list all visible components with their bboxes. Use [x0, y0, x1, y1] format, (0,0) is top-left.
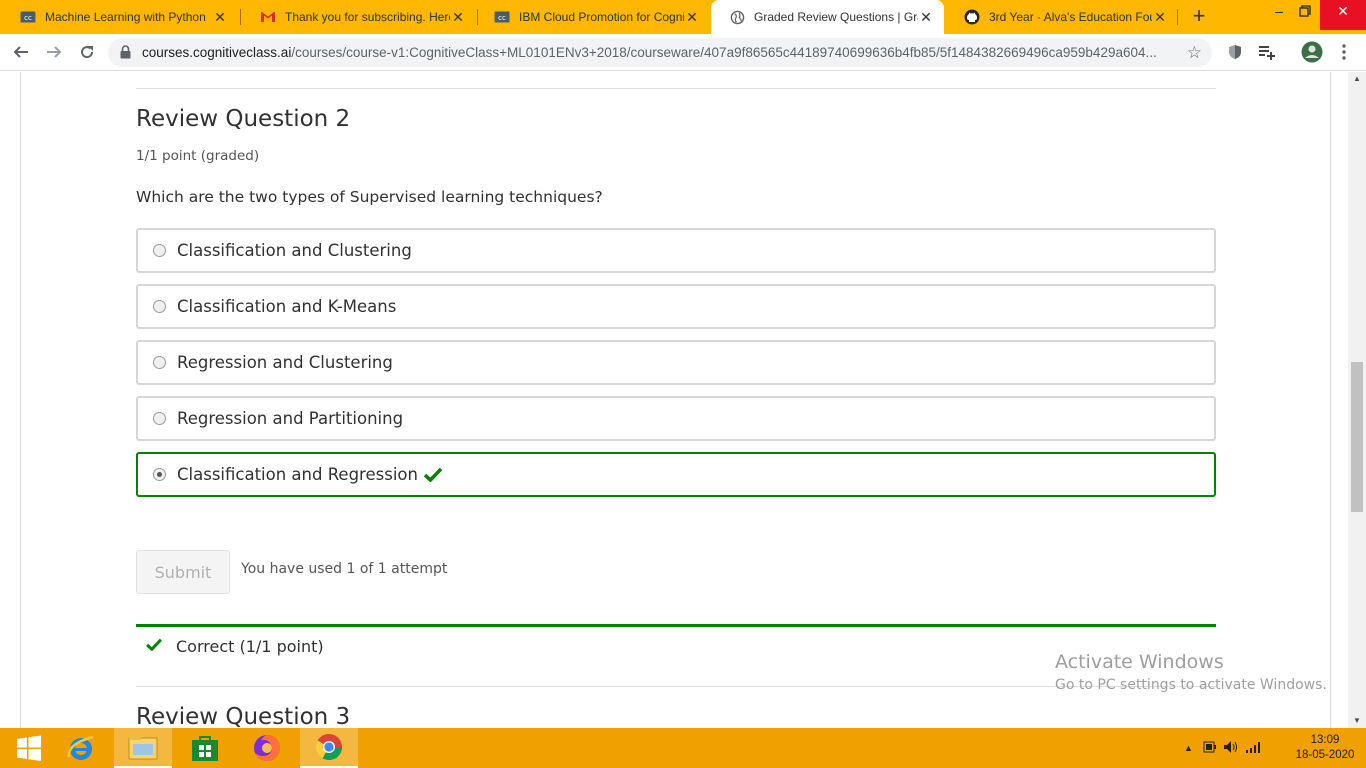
- radio-button[interactable]: [153, 300, 166, 313]
- bookmark-star-icon[interactable]: ☆: [1187, 43, 1202, 63]
- choice-label: Classification and Clustering: [177, 241, 412, 260]
- url-path: /courses/course-v1:CognitiveClass+ML0101…: [291, 45, 1157, 60]
- tab-close-icon[interactable]: ✕: [450, 9, 466, 26]
- window-close-icon[interactable]: ✕: [1320, 0, 1366, 30]
- feedback-message: Correct (1/1 point): [146, 637, 324, 656]
- radio-button[interactable]: [153, 356, 166, 369]
- content-border-right: [1330, 72, 1331, 728]
- page-content: Review Question 2 1/1 point (graded) Whi…: [0, 72, 1348, 728]
- activation-watermark-title: Activate Windows: [1055, 651, 1224, 673]
- store-icon[interactable]: [176, 728, 234, 768]
- menu-kebab-icon[interactable]: [1332, 40, 1356, 64]
- content-border-left: [20, 72, 21, 728]
- cognitive-class-icon: cc: [20, 9, 36, 25]
- clock-date: 18-05-2020: [1295, 749, 1355, 761]
- question-prompt: Which are the two types of Supervised le…: [136, 188, 603, 206]
- checkmark-icon: [146, 638, 163, 656]
- vertical-scrollbar[interactable]: ▲ ▼: [1348, 72, 1366, 728]
- show-hidden-icons-icon[interactable]: ▲: [1184, 743, 1193, 753]
- feedback-text: Correct (1/1 point): [176, 637, 324, 656]
- chrome-icon[interactable]: [300, 728, 358, 768]
- submit-button[interactable]: Submit: [136, 550, 230, 594]
- attempts-text: You have used 1 of 1 attempt: [241, 561, 448, 577]
- activation-watermark-text: Go to PC settings to activate Windows.: [1055, 677, 1327, 693]
- playlist-add-icon[interactable]: [1255, 40, 1279, 64]
- svg-text:cc: cc: [498, 14, 506, 22]
- tab-title: Graded Review Questions | Grac: [754, 10, 918, 24]
- tab-title: Thank you for subscribing. Here: [285, 10, 450, 24]
- new-tab-plus-icon[interactable]: +: [1186, 5, 1212, 29]
- tab-title: 3rd Year · Alva's Education Foun: [989, 10, 1152, 24]
- volume-icon[interactable]: [1223, 740, 1239, 757]
- start-windows-icon[interactable]: [0, 728, 58, 768]
- profile-avatar-icon[interactable]: [1300, 40, 1324, 64]
- tab-gmail[interactable]: Thank you for subscribing. Here ✕: [242, 0, 476, 34]
- choice-option-correct[interactable]: Classification and Regression: [136, 452, 1216, 497]
- tab-close-icon[interactable]: ✕: [918, 9, 934, 26]
- tab-close-icon[interactable]: ✕: [684, 9, 700, 26]
- reload-icon[interactable]: [75, 40, 99, 64]
- choice-label: Classification and Regression: [177, 465, 418, 484]
- url-host: courses.cognitiveclass.ai: [142, 45, 292, 60]
- divider: [136, 88, 1216, 89]
- globe-icon: [729, 9, 745, 25]
- shield-extension-icon[interactable]: [1223, 40, 1247, 64]
- url-text: courses.cognitiveclass.ai/courses/course…: [142, 45, 1172, 60]
- radio-button[interactable]: [153, 244, 166, 257]
- clock-time: 13:09: [1310, 734, 1340, 746]
- choice-option[interactable]: Classification and Clustering: [136, 228, 1216, 273]
- feedback-bar: [136, 624, 1216, 627]
- tab-github[interactable]: 3rd Year · Alva's Education Foun ✕: [946, 0, 1178, 34]
- firefox-icon[interactable]: [238, 728, 296, 768]
- battery-icon[interactable]: [1203, 740, 1217, 757]
- system-tray: ▲: [1184, 728, 1261, 768]
- lock-icon[interactable]: [120, 45, 131, 64]
- scroll-thumb[interactable]: [1351, 362, 1363, 512]
- tab-machine-learning[interactable]: cc Machine Learning with Python ✕: [2, 0, 238, 34]
- gmail-icon: [260, 9, 276, 25]
- tab-separator: [1177, 9, 1178, 25]
- tab-strip: cc Machine Learning with Python ✕ Thank …: [0, 0, 1366, 34]
- network-signal-icon[interactable]: [1245, 741, 1261, 756]
- windows-taskbar: ▲ 13:09 18-05-2020: [0, 728, 1366, 768]
- file-explorer-icon[interactable]: [114, 728, 172, 768]
- tab-separator: [240, 9, 241, 25]
- question-points: 1/1 point (graded): [136, 148, 260, 164]
- tab-close-icon[interactable]: ✕: [212, 9, 228, 26]
- next-question-heading: Review Question 3: [136, 704, 351, 728]
- back-arrow-icon[interactable]: [9, 40, 33, 64]
- taskbar-clock[interactable]: 13:09 18-05-2020: [1290, 733, 1360, 763]
- choice-label: Classification and K-Means: [177, 297, 397, 316]
- tab-title: IBM Cloud Promotion for Cogni: [519, 10, 684, 24]
- choice-option[interactable]: Regression and Clustering: [136, 340, 1216, 385]
- scroll-up-arrow-icon[interactable]: ▲: [1348, 72, 1366, 86]
- internet-explorer-icon[interactable]: [52, 728, 110, 768]
- radio-button[interactable]: [153, 412, 166, 425]
- divider: [136, 686, 1216, 687]
- question-heading: Review Question 2: [136, 106, 351, 132]
- github-icon: [964, 9, 980, 25]
- choice-label: Regression and Partitioning: [177, 409, 404, 428]
- choice-option[interactable]: Regression and Partitioning: [136, 396, 1216, 441]
- tab-close-icon[interactable]: ✕: [1152, 9, 1168, 26]
- cognitive-class-icon: cc: [494, 9, 510, 25]
- choice-label: Regression and Clustering: [177, 353, 393, 372]
- checkmark-icon: [423, 467, 442, 482]
- choice-option[interactable]: Classification and K-Means: [136, 284, 1216, 329]
- forward-arrow-icon[interactable]: [42, 40, 66, 64]
- radio-button-selected[interactable]: [153, 468, 166, 481]
- svg-text:cc: cc: [24, 14, 32, 22]
- tab-graded-review[interactable]: Graded Review Questions | Grac ✕: [711, 0, 944, 34]
- scroll-down-arrow-icon[interactable]: ▼: [1348, 714, 1366, 728]
- tab-title: Machine Learning with Python: [45, 10, 206, 24]
- address-bar[interactable]: courses.cognitiveclass.ai/courses/course…: [108, 38, 1212, 67]
- tab-ibm-cloud[interactable]: cc IBM Cloud Promotion for Cogni ✕: [476, 0, 710, 34]
- browser-toolbar: courses.cognitiveclass.ai/courses/course…: [0, 34, 1366, 71]
